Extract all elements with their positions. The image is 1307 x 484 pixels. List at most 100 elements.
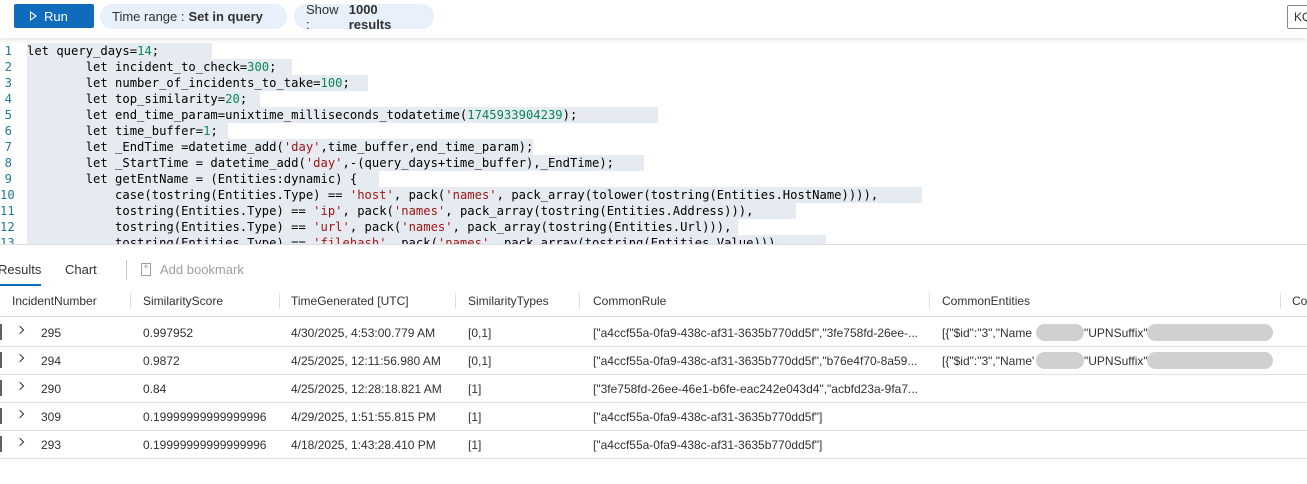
code-line[interactable]: 9 let getEntName = (Entities:dynamic) { [0,171,1307,187]
query-mode-dropdown[interactable]: KQ [1287,5,1307,29]
results-tabs: Results Chart Add bookmark [0,244,1307,291]
table-cell: 293 [41,438,62,452]
table-cell: "UPNSuffix" [1084,326,1148,340]
show-results-button[interactable]: Show : 1000 results [294,1,434,32]
column-resize-handle[interactable] [929,293,930,309]
table-row[interactable]: 294 0.9872 4/25/2025, 12:11:56.980 AM [0,1]… [0,346,1307,375]
code-number: 20 [225,92,240,106]
table-cell: [1] [468,438,482,452]
code-string: 'day' [305,156,343,170]
table-cell: ["3fe758fd-26ee-46e1-b6fe-eac242e043d4",… [593,382,919,396]
row-selector[interactable] [0,380,2,396]
code-token: let _StartTime = datetime_add( [27,156,306,170]
table-cell: [{"$id":"3","Name [942,326,1033,340]
code-token: , pack_array(tostring(Entities.Value))), [489,236,783,244]
column-header[interactable]: IncidentNumber [12,294,97,308]
row-selector[interactable] [0,324,2,340]
row-selector[interactable] [0,436,2,452]
line-number: 5 [4,108,12,122]
code-token: , pack( [386,236,438,244]
code-line[interactable]: 4 let top_similarity=20; [0,91,1307,107]
code-token: ; [269,60,277,74]
table-cell: "UPNSuffix" [1084,354,1148,368]
run-button[interactable]: Run [14,4,94,28]
redacted-value [1147,352,1273,369]
code-line[interactable]: 12 tostring(Entities.Type) == 'url', pac… [0,219,1307,235]
expand-chevron-icon[interactable] [15,381,25,391]
table-row[interactable]: 293 0.19999999999999996 4/18/2025, 1:43:28… [0,430,1307,459]
code-text: case(tostring(Entities.Type) == 'host', … [27,187,922,203]
line-number: 6 [4,124,12,138]
code-token: tostring(Entities.Type) == [27,204,314,218]
table-cell: 4/18/2025, 1:43:28.410 PM [291,438,436,452]
line-number: 13 [0,236,15,244]
row-selector[interactable] [0,408,2,424]
line-number: 11 [0,204,15,218]
time-range-button[interactable]: Time range : Set in query [100,4,287,29]
tab-chart[interactable]: Chart [65,262,97,277]
code-line[interactable]: 13 tostring(Entities.Type) == 'filehash'… [0,235,1307,244]
expand-chevron-icon[interactable] [15,325,25,335]
code-token: tostring(Entities.Type) == [27,220,314,234]
code-text: let time_buffer=1; [27,123,228,139]
line-number: 12 [0,220,15,234]
column-header[interactable]: SimilarityScore [143,294,223,308]
table-cell: 4/29/2025, 1:51:55.815 PM [291,410,436,424]
toolbar-divider [126,260,127,280]
add-bookmark-button[interactable]: Add bookmark [141,262,244,277]
column-resize-handle[interactable] [1280,293,1281,309]
code-token: , pack_array(tostring(Entities.Address))… [445,204,754,218]
table-cell: [0,1] [468,326,492,340]
table-row[interactable]: 309 0.19999999999999996 4/29/2025, 1:51:55… [0,402,1307,431]
table-cell: [{"$id":"3","Name' [942,354,1035,368]
code-text: let incident_to_check=300; [27,59,292,75]
code-line[interactable]: 2 let incident_to_check=300; [0,59,1307,75]
column-header[interactable]: Co [1292,294,1307,308]
table-row[interactable]: 295 0.997952 4/30/2025, 4:53:00.779 AM [0,1… [0,318,1307,347]
table-cell: 309 [41,410,62,424]
column-resize-handle[interactable] [455,293,456,309]
code-token: , pack_array(tostring(Entities.Url))), [452,220,732,234]
column-resize-handle[interactable] [130,293,131,309]
code-line[interactable]: 11 tostring(Entities.Type) == 'ip', pack… [0,203,1307,219]
code-line[interactable]: 5 let end_time_param=unixtime_millisecon… [0,107,1307,123]
code-line[interactable]: 3 let number_of_incidents_to_take=100; [0,75,1307,91]
column-resize-handle[interactable] [579,293,580,309]
code-line[interactable]: 10 case(tostring(Entities.Type) == 'host… [0,187,1307,203]
code-number: 1745933904239 [467,108,563,122]
code-text: let _EndTime =datetime_add('day',time_bu… [27,139,534,155]
expand-chevron-icon[interactable] [15,409,25,419]
expand-chevron-icon[interactable] [15,437,25,447]
code-text: let top_similarity=20; [27,91,260,107]
table-cell: [0,1] [468,354,492,368]
show-value: 1000 results [348,1,392,32]
line-number: 9 [4,172,12,186]
column-header[interactable]: SimilarityTypes [468,294,549,308]
code-token: let query_days= [27,44,138,58]
code-token: , pack( [393,188,446,202]
code-line[interactable]: 6 let time_buffer=1; [0,123,1307,139]
code-text: tostring(Entities.Type) == 'url', pack('… [27,219,738,235]
query-editor[interactable]: 1 let query_days=14; 2 let incident_to_che… [0,43,1307,244]
table-cell: ["a4ccf55a-0fa9-438c-af31-3635b770dd5f"] [593,410,823,424]
code-string: 'day' [283,140,321,154]
code-text: let number_of_incidents_to_take=100; [27,75,368,91]
code-number: 14 [137,44,152,58]
table-cell: 294 [41,354,62,368]
code-line[interactable]: 8 let _StartTime = datetime_add('day',-(… [0,155,1307,171]
column-resize-handle[interactable] [279,293,280,309]
column-header[interactable]: CommonRule [593,294,666,308]
column-header[interactable]: TimeGenerated [UTC] [291,294,409,308]
expand-chevron-icon[interactable] [15,353,25,363]
tab-results[interactable]: Results [0,262,42,286]
code-line[interactable]: 1 let query_days=14; [0,43,1307,59]
code-line[interactable]: 7 let _EndTime =datetime_add('day',time_… [0,139,1307,155]
code-token: , pack_array(tolower(tostring(Entities.H… [496,188,879,202]
column-header[interactable]: CommonEntities [942,294,1030,308]
table-cell: 4/25/2025, 12:28:18.821 AM [291,382,442,396]
code-string: 'names' [393,204,446,218]
table-row[interactable]: 290 0.84 4/25/2025, 12:28:18.821 AM [1] ["3f… [0,374,1307,403]
code-token: ; [210,124,218,138]
row-selector[interactable] [0,352,2,368]
table-cell: 4/25/2025, 12:11:56.980 AM [291,354,441,368]
